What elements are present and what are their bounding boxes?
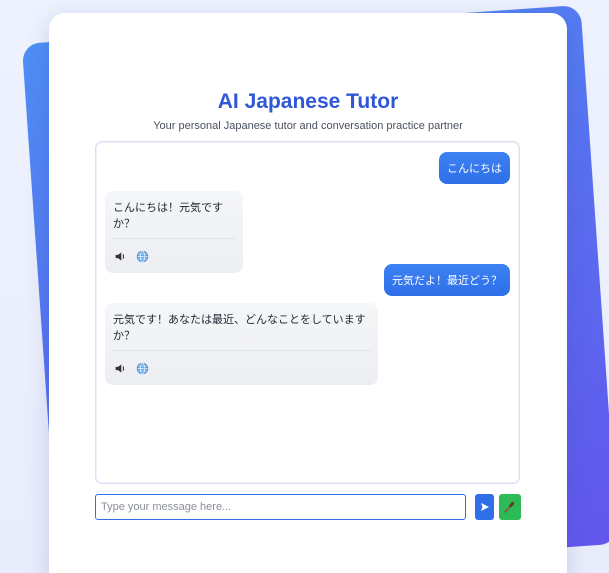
ai-message: 元気です！あなたは最近、どんなことをしていますか？	[105, 303, 378, 385]
tutor-card: AI Japanese Tutor Your personal Japanese…	[49, 13, 567, 573]
microphone-button[interactable]	[499, 494, 521, 520]
message-actions	[113, 351, 370, 377]
message-actions	[113, 239, 235, 265]
message-text: 元気だよ！最近どう？	[392, 274, 502, 287]
send-arrow-icon	[480, 503, 489, 511]
speaker-icon[interactable]	[113, 250, 127, 264]
send-button[interactable]	[475, 494, 494, 520]
speaker-icon[interactable]	[113, 362, 127, 376]
user-message: 元気だよ！最近どう？	[384, 264, 510, 296]
page-title: AI Japanese Tutor	[217, 90, 399, 113]
message-text: こんにちは！元気ですか？	[113, 199, 235, 239]
user-message: こんにちは	[439, 152, 510, 184]
ai-message: こんにちは！元気ですか？	[105, 191, 243, 273]
page-subtitle: Your personal Japanese tutor and convers…	[153, 120, 463, 132]
message-input[interactable]	[95, 494, 466, 520]
microphone-icon	[504, 501, 515, 513]
message-text: こんにちは	[447, 162, 502, 175]
globe-icon[interactable]	[135, 250, 149, 264]
app-stage: AI Japanese Tutor Your personal Japanese…	[0, 0, 609, 573]
chat-window[interactable]: こんにちは こんにちは！元気ですか？ 元気だよ！最近どう？ 元気です！あなたは最…	[95, 141, 520, 484]
message-text: 元気です！あなたは最近、どんなことをしていますか？	[113, 311, 370, 351]
globe-icon[interactable]	[135, 362, 149, 376]
